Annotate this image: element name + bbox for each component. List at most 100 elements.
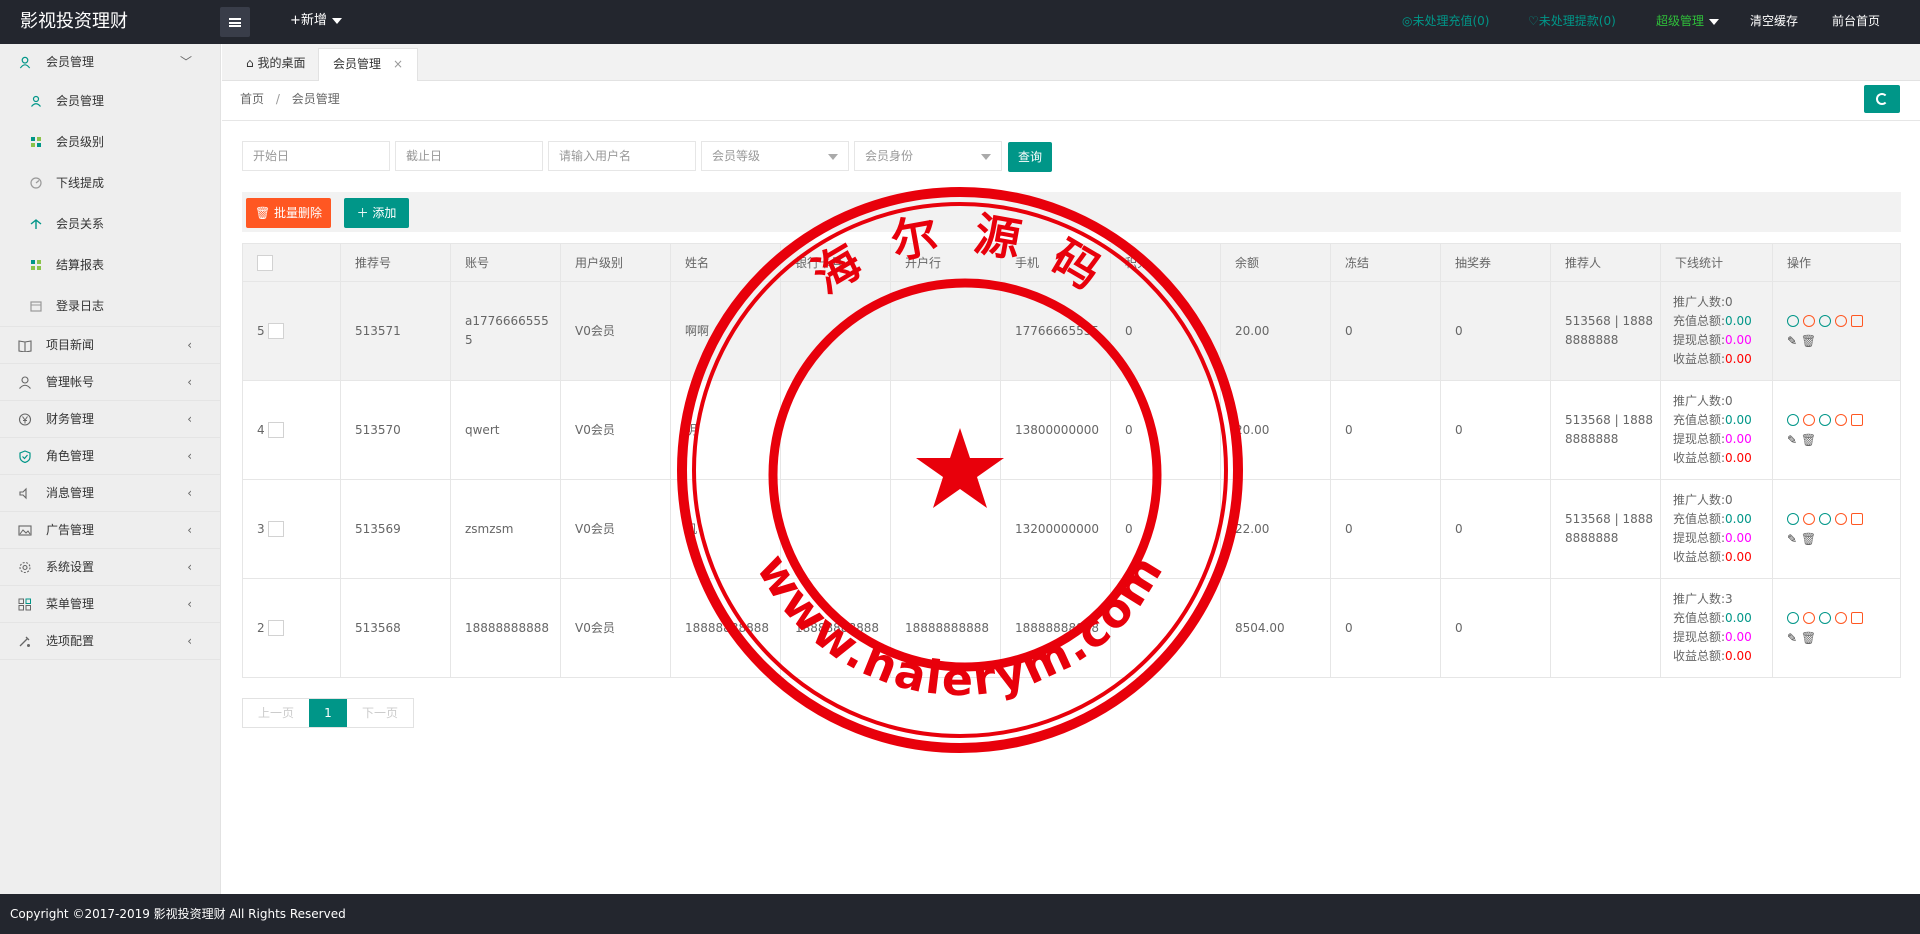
refresh-button[interactable] [1864,85,1900,113]
pending-withdraw-link[interactable]: ♡未处理提款(0) [1528,0,1616,42]
sidebar-item-roles[interactable]: 角色管理 ‹ [0,438,220,475]
row-index: 3 [257,521,265,536]
clear-cache-link[interactable]: 清空缓存 [1750,0,1798,42]
trash-icon[interactable]: 🗑 [1801,631,1816,645]
select-all-checkbox[interactable] [257,254,273,271]
user-icon [19,56,31,69]
sidebar-item-member[interactable]: 会员管理 [0,81,220,122]
column-header: 冻结 [1330,243,1441,282]
edit-icon[interactable]: ✎ [1787,334,1797,348]
dollar-icon[interactable] [1835,314,1847,327]
add-button[interactable]: ＋ 添加 [344,198,409,228]
column-header: 推荐人 [1550,243,1661,282]
start-date-input[interactable]: 开始日 [242,141,390,171]
trash-icon[interactable]: 🗑 [1801,532,1816,546]
member-level-select[interactable]: 会员等级 [701,141,849,171]
search-icon[interactable] [1803,512,1815,525]
column-header: 操作 [1772,243,1901,282]
upgrade-icon[interactable] [1787,314,1799,327]
column-header: 推荐号 [340,243,451,282]
sidebar-item-settings[interactable]: 系统设置 ‹ [0,549,220,586]
row-select-cell[interactable]: 3 [242,479,341,579]
yen-icon[interactable] [1819,314,1831,327]
row-select-cell[interactable]: 4 [242,380,341,480]
sidebar-item-finance[interactable]: 财务管理 ‹ [0,401,220,438]
frozen-cell: 0 [1330,380,1441,480]
sidebar-item-report[interactable]: 结算报表 [0,245,220,286]
sidebar-item-login-log[interactable]: 登录日志 [0,286,220,327]
book-icon [18,340,32,352]
sidebar-item-relation[interactable]: 会员关系 [0,204,220,245]
row-index: 2 [257,620,265,635]
refresh-icon [1876,93,1888,105]
referrer-cell: 513568 | 18888888888 [1550,281,1661,381]
end-date-input[interactable]: 截止日 [395,141,543,171]
tag-icon[interactable] [1851,413,1863,426]
sidebar-item-menus[interactable]: 菜单管理 ‹ [0,586,220,623]
page-1-button[interactable]: 1 [309,699,347,727]
referrer-cell [1550,578,1661,678]
sidebar-item-accounts[interactable]: 管理帐号 ‹ [0,364,220,401]
query-button[interactable]: 查询 [1008,142,1052,172]
tag-icon[interactable] [1851,611,1863,624]
downline-stats-cell: 推广人数:0 充值总额:0.00 提现总额:0.00 收益总额:0.00 [1660,281,1773,381]
next-page-button[interactable]: 下一页 [347,699,413,727]
batch-delete-button[interactable]: 🗑 批量删除 [246,198,331,228]
row-checkbox[interactable] [268,620,285,636]
row-select-cell[interactable]: 5 [242,281,341,381]
yen-icon[interactable] [1819,512,1831,525]
search-icon[interactable] [1803,413,1815,426]
sidebar-item-messages[interactable]: 消息管理 ‹ [0,475,220,512]
edit-icon[interactable]: ✎ [1787,631,1797,645]
sidebar-item-member-level[interactable]: 会员级别 [0,122,220,163]
new-dropdown[interactable]: +新增 [290,0,342,42]
row-index: 5 [257,323,265,338]
tickets-cell: 0 [1440,578,1551,678]
upgrade-icon[interactable] [1787,413,1799,426]
yen-icon[interactable] [1819,611,1831,624]
row-checkbox[interactable] [268,422,285,438]
tag-icon[interactable] [1851,314,1863,327]
level-cell: V0会员 [560,380,671,480]
upgrade-icon[interactable] [1787,611,1799,624]
row-checkbox[interactable] [268,323,285,339]
menu-toggle-button[interactable] [220,7,250,37]
super-admin-dropdown[interactable]: 超级管理 [1656,0,1720,42]
bank-cell [890,479,1001,579]
front-home-link[interactable]: 前台首页 [1832,0,1880,42]
prev-page-button[interactable]: 上一页 [243,699,309,727]
trash-icon[interactable]: 🗑 [1801,334,1816,348]
dollar-icon[interactable] [1835,512,1847,525]
header-checkbox-cell[interactable] [242,243,341,282]
sidebar-item-commission[interactable]: 下线提成 [0,163,220,204]
edit-icon[interactable]: ✎ [1787,532,1797,546]
trash-icon[interactable]: 🗑 [1801,433,1816,447]
table-row: 2 513568 18888888888 V0会员 18888888888 188888… [242,578,1901,678]
search-icon[interactable] [1803,611,1815,624]
tag-icon[interactable] [1851,512,1863,525]
row-checkbox[interactable] [268,521,285,537]
edit-icon[interactable]: ✎ [1787,433,1797,447]
pending-recharge-link[interactable]: ◎未处理充值(0) [1402,0,1489,42]
sidebar-item-options[interactable]: 选项配置 ‹ [0,623,220,660]
dollar-icon[interactable] [1835,611,1847,624]
sidebar-item-ads[interactable]: 广告管理 ‹ [0,512,220,549]
tab-member[interactable]: 会员管理 × [318,48,419,81]
sidebar-group-member[interactable]: 会员管理 ﹀ [0,44,220,81]
frozen-cell: 0 [1330,281,1441,381]
username-input[interactable]: 请输入用户名 [548,141,696,171]
chevron-left-icon: ‹ [187,597,192,611]
member-identity-select[interactable]: 会员身份 [854,141,1002,171]
upgrade-icon[interactable] [1787,512,1799,525]
search-icon[interactable] [1803,314,1815,327]
breadcrumb-home[interactable]: 首页 [240,92,264,106]
row-select-cell[interactable]: 2 [242,578,341,678]
sidebar-item-news[interactable]: 项目新闻 ‹ [0,327,220,364]
yen-icon[interactable] [1819,413,1831,426]
downline-stats-cell: 推广人数:3 充值总额:0.00 提现总额:0.00 收益总额:0.00 [1660,578,1773,678]
tab-desktop[interactable]: ⌂ 我的桌面 [232,48,319,81]
dollar-icon[interactable] [1835,413,1847,426]
balance-cell: 8504.00 [1220,578,1331,678]
level-cell: V0会员 [560,281,671,381]
close-icon[interactable]: × [393,57,403,71]
